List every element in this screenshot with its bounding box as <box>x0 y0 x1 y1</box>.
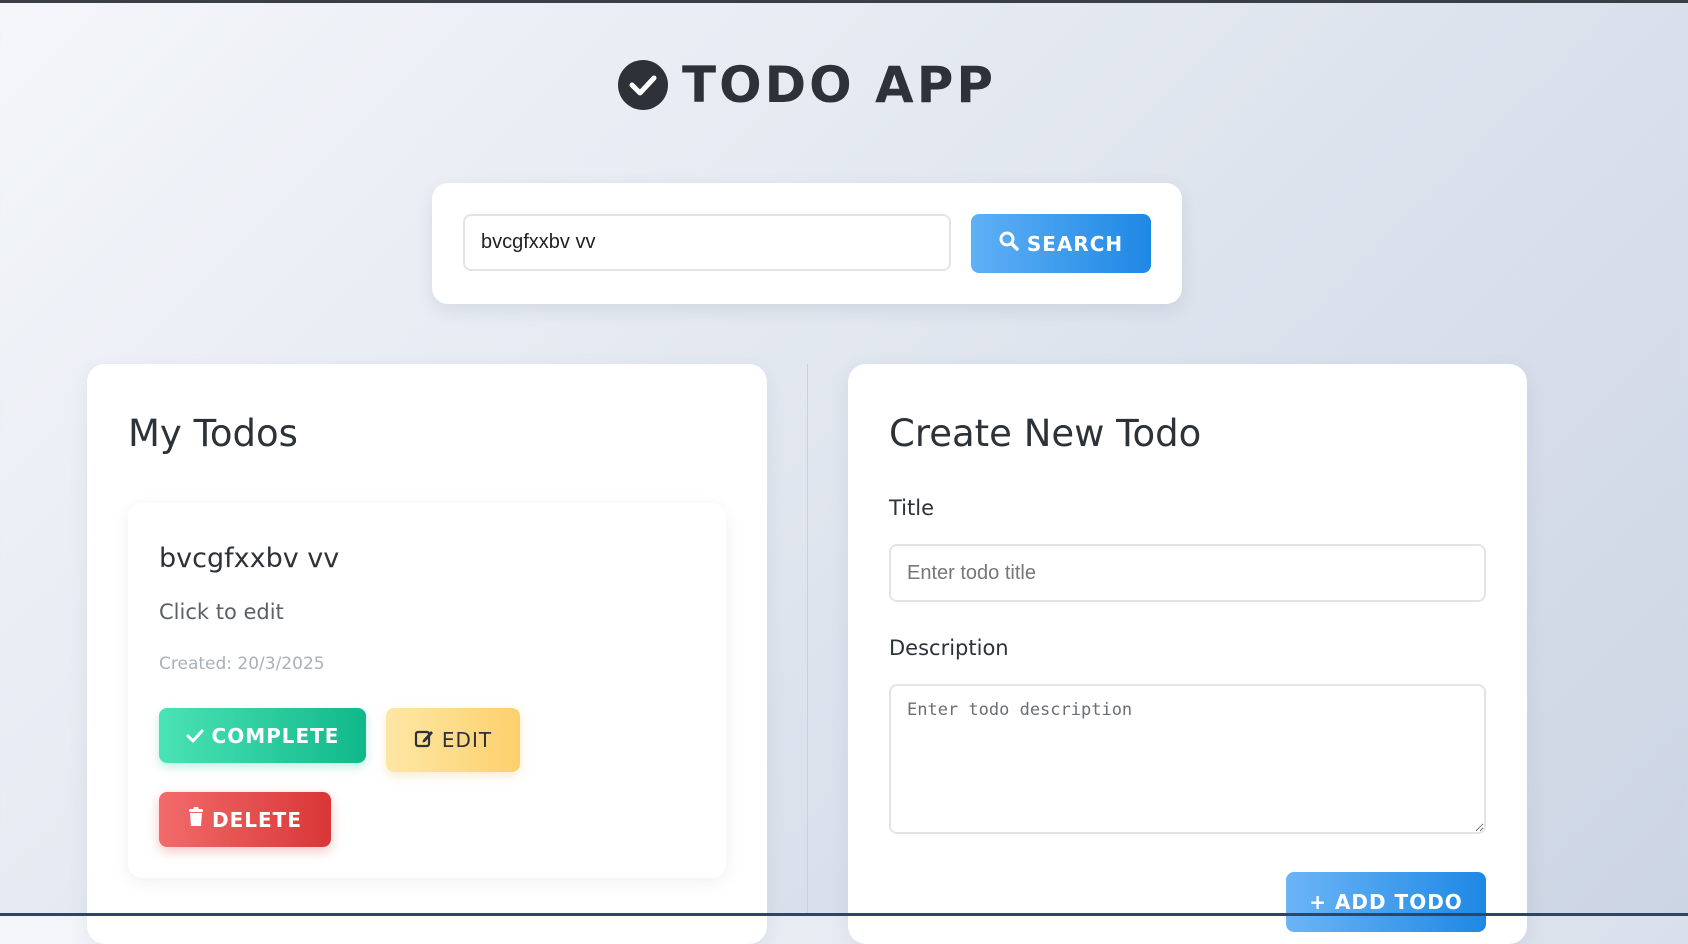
title-label: Title <box>889 496 935 520</box>
edit-button[interactable]: EDIT <box>386 708 520 772</box>
search-button[interactable]: SEARCH <box>971 214 1151 273</box>
trash-icon <box>188 807 204 832</box>
app-header: TODO APP <box>0 56 1614 114</box>
edit-button-label: EDIT <box>441 728 493 752</box>
search-button-label: SEARCH <box>1026 231 1124 256</box>
top-border <box>0 0 1688 3</box>
todos-heading: My Todos <box>128 412 298 455</box>
todo-created-date: Created: 20/3/2025 <box>159 654 325 674</box>
title-input[interactable] <box>889 544 1486 602</box>
check-circle-icon <box>617 60 668 110</box>
search-icon <box>999 231 1019 256</box>
edit-icon <box>414 728 434 753</box>
description-label: Description <box>889 636 1009 660</box>
todos-panel: My Todos bvcgfxxbv vv Click to edit Crea… <box>87 364 767 944</box>
add-todo-button[interactable]: + ADD TODO <box>1286 872 1486 932</box>
create-todo-heading: Create New Todo <box>889 412 1202 455</box>
todo-description[interactable]: Click to edit <box>159 600 284 624</box>
search-input[interactable] <box>463 214 951 271</box>
column-divider <box>807 364 808 916</box>
delete-button-label: DELETE <box>212 807 302 832</box>
todo-card[interactable]: bvcgfxxbv vv Click to edit Created: 20/3… <box>128 503 726 878</box>
create-todo-panel: Create New Todo Title Description + ADD … <box>848 364 1527 944</box>
search-bar: SEARCH <box>432 183 1182 304</box>
todo-title: bvcgfxxbv vv <box>159 543 340 574</box>
description-input[interactable] <box>889 684 1486 834</box>
app-title: TODO APP <box>681 56 996 114</box>
check-icon <box>186 724 204 748</box>
complete-button-label: COMPLETE <box>211 723 340 748</box>
delete-button[interactable]: DELETE <box>159 792 331 847</box>
complete-button[interactable]: COMPLETE <box>159 708 366 763</box>
